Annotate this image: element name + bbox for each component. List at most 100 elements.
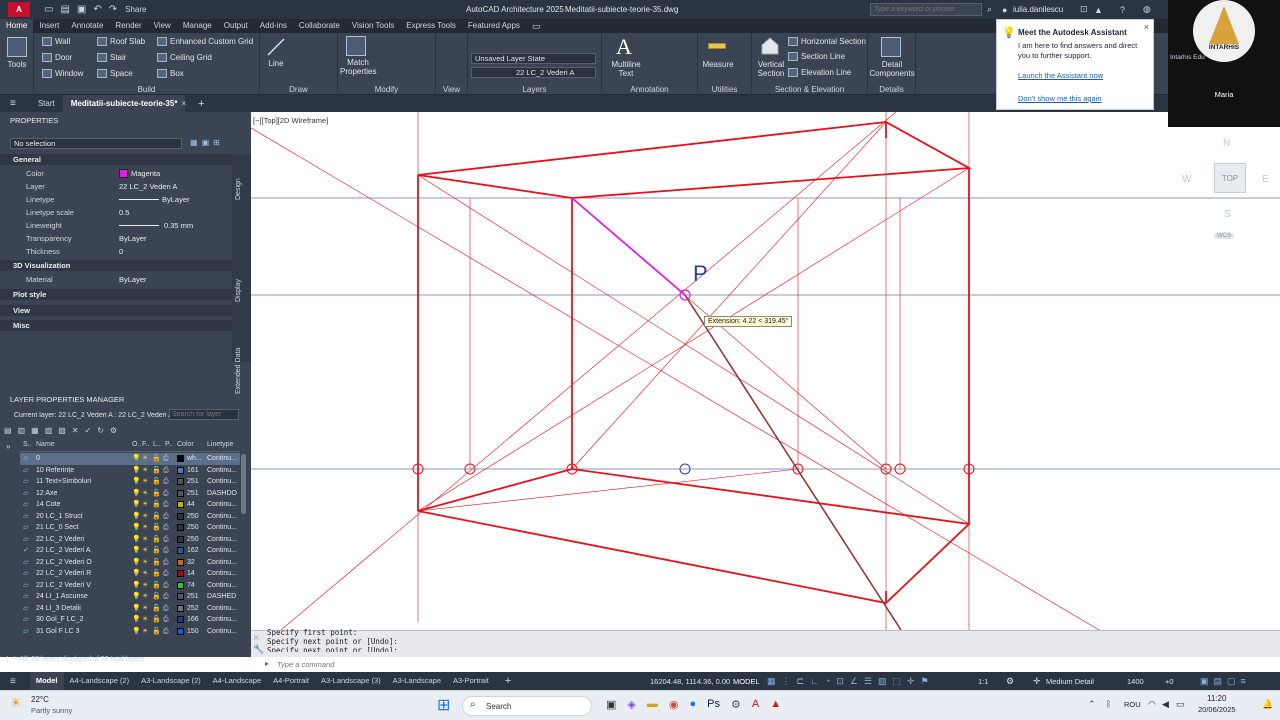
- model-space-toggle[interactable]: MODEL: [733, 677, 760, 686]
- layer-on-icon[interactable]: 💡: [132, 476, 141, 488]
- layer-on-icon[interactable]: 💡: [132, 522, 141, 534]
- layer-thaw-icon[interactable]: ☀: [142, 545, 148, 557]
- layer-on-icon[interactable]: 💡: [132, 545, 141, 557]
- layer-unlock-icon[interactable]: 🔓: [152, 603, 161, 615]
- layer-settings-icon[interactable]: ⚙: [110, 426, 117, 435]
- layer-color-value[interactable]: wh...: [187, 453, 202, 465]
- layer-thaw-icon[interactable]: ☀: [142, 476, 148, 488]
- property-row-thickness[interactable]: Thickness 0: [0, 245, 232, 258]
- bluetooth-icon[interactable]: ᛒ: [1106, 699, 1111, 709]
- annotation-panel-title[interactable]: Annotation: [602, 85, 697, 94]
- search-icon[interactable]: ⌕: [987, 4, 992, 15]
- elevation-line-button[interactable]: Elevation Line: [788, 68, 851, 77]
- layer-color-value[interactable]: 44: [187, 499, 195, 511]
- acrobat-icon[interactable]: ▲: [770, 698, 781, 711]
- tray-overflow-icon[interactable]: ⌃: [1088, 699, 1096, 710]
- layer-color-value[interactable]: 252: [187, 603, 199, 615]
- settings-icon[interactable]: ⚙: [731, 698, 741, 711]
- match-properties-button[interactable]: Match Properties: [340, 58, 376, 76]
- layer-search-input[interactable]: [169, 409, 239, 420]
- osnap-icon[interactable]: ⊡: [836, 676, 844, 687]
- view-cube[interactable]: N W E S TOP WCS: [1178, 134, 1276, 244]
- layer-unlock-icon[interactable]: 🔓: [152, 626, 161, 638]
- layer-color-swatch[interactable]: [177, 616, 184, 623]
- cart-icon[interactable]: ⊡: [1080, 4, 1088, 15]
- layer-on-icon[interactable]: 💡: [132, 580, 141, 592]
- drawing-canvas[interactable]: [−][Top][2D Wireframe] P Extension: 4.22…: [251, 112, 1280, 630]
- enhanced-grid-button[interactable]: Enhanced Custom Grid: [157, 37, 253, 46]
- layer-list-scrollbar[interactable]: [241, 454, 246, 514]
- hamburger-icon[interactable]: ≡: [10, 676, 16, 687]
- layer-on-icon[interactable]: 💡: [132, 511, 141, 523]
- infer-icon[interactable]: ⊏: [797, 676, 805, 687]
- layer-row[interactable]: ▱ 20 LC_1 Struct 💡 ☀ 🔓 ⎙ 250 Continu...: [20, 511, 240, 523]
- detail-components-button[interactable]: Detail Components: [868, 60, 916, 78]
- new-file-icon[interactable]: ▭: [44, 4, 53, 15]
- clock-time[interactable]: 11:20: [1207, 694, 1226, 703]
- layer-unlock-icon[interactable]: 🔓: [152, 465, 161, 477]
- layer-plot-icon[interactable]: ⎙: [163, 591, 169, 603]
- layer-name[interactable]: 22 LC_2 Vederi R: [36, 568, 91, 580]
- layer-name[interactable]: 22 LC_2 Vederi A: [36, 545, 91, 557]
- layer-color-value[interactable]: 251: [187, 488, 199, 500]
- customize-status-icon[interactable]: ≡: [1241, 676, 1246, 687]
- layer-row[interactable]: ▱ 24 LI_1 Ascunse 💡 ☀ 🔓 ⎙ 251 DASHED: [20, 591, 240, 603]
- layer-color-value[interactable]: 150: [187, 626, 199, 638]
- layer-color-swatch[interactable]: [177, 466, 184, 474]
- layer-thaw-icon[interactable]: ☀: [142, 465, 148, 477]
- layer-plot-icon[interactable]: ⎙: [163, 580, 169, 592]
- new-layer-icon[interactable]: ▧: [45, 426, 53, 435]
- layer-unlock-icon[interactable]: 🔓: [152, 476, 161, 488]
- layout-tab-a3-landscape-3-[interactable]: A3-Landscape (3): [315, 672, 387, 690]
- layer-on-icon[interactable]: 💡: [132, 488, 141, 500]
- layer-color-swatch[interactable]: [177, 604, 184, 612]
- roof-slab-button[interactable]: Roof Slab: [97, 37, 145, 46]
- detail-plus-icon[interactable]: ✛: [1033, 676, 1041, 687]
- file-explorer-icon[interactable]: ▬: [647, 698, 658, 711]
- menu-tab-add-ins[interactable]: Add-ins: [254, 19, 293, 33]
- volume-icon[interactable]: ◀: [1162, 699, 1169, 710]
- dont-show-link[interactable]: Don't show me this again: [1018, 94, 1102, 103]
- layer-plot-icon[interactable]: ⎙: [163, 453, 169, 465]
- layer-color-value[interactable]: 250: [187, 522, 199, 534]
- layer-state-select[interactable]: Unsaved Layer State: [471, 53, 596, 64]
- layer-unlock-icon[interactable]: 🔓: [152, 557, 161, 569]
- layer-color-value[interactable]: 74: [187, 580, 195, 592]
- layer-unlock-icon[interactable]: 🔓: [152, 511, 161, 523]
- extended-data-tab[interactable]: Extended Data: [235, 334, 242, 394]
- match-properties-icon[interactable]: [346, 36, 366, 56]
- photoshop-icon[interactable]: Ps: [707, 698, 720, 711]
- menu-tab-insert[interactable]: Insert: [33, 19, 65, 33]
- line-icon[interactable]: [266, 37, 286, 57]
- language-indicator[interactable]: ROU: [1124, 700, 1141, 709]
- layer-on-icon[interactable]: 💡: [132, 626, 141, 638]
- layer-row[interactable]: ▱ 22 LC_2 Vederi O 💡 ☀ 🔓 ⎙ 32 Continu...: [20, 557, 240, 569]
- layer-color-value[interactable]: 251: [187, 591, 199, 603]
- notification-icon[interactable]: 🔔: [1262, 699, 1273, 710]
- selection-select[interactable]: No selection: [10, 138, 182, 149]
- layer-linetype[interactable]: Continu...: [207, 522, 237, 534]
- plot-style-section[interactable]: Plot style: [0, 289, 232, 300]
- layer-thaw-icon[interactable]: ☀: [142, 603, 148, 615]
- add-layout-icon[interactable]: +: [505, 675, 511, 687]
- layer-color-swatch[interactable]: [177, 524, 184, 531]
- layer-plot-icon[interactable]: ⎙: [163, 603, 169, 615]
- menu-tab-vision-tools[interactable]: Vision Tools: [346, 19, 400, 33]
- menu-tab-view[interactable]: View: [148, 19, 177, 33]
- property-row-transparency[interactable]: Transparency ByLayer: [0, 232, 232, 245]
- layers-panel-title[interactable]: Layers: [468, 85, 601, 94]
- viewcube-south[interactable]: S: [1224, 209, 1231, 220]
- multiline-text-icon[interactable]: A: [616, 34, 632, 60]
- layer-color-swatch[interactable]: [177, 581, 184, 589]
- otrack-icon[interactable]: ∠: [850, 676, 858, 687]
- elevation-value[interactable]: 1400: [1127, 677, 1144, 686]
- layer-unlock-icon[interactable]: 🔓: [152, 522, 161, 534]
- annotation-visibility-icon[interactable]: ⚑: [921, 676, 929, 687]
- menu-icon[interactable]: ≡: [10, 98, 16, 109]
- layer-thaw-icon[interactable]: ☀: [142, 580, 148, 592]
- autocad-icon[interactable]: A: [752, 698, 759, 711]
- horizontal-section-button[interactable]: Horizontal Section: [788, 37, 866, 46]
- layer-row[interactable]: ▱ 11 Text+Simboluri 💡 ☀ 🔓 ⎙ 251 Continu...: [20, 476, 240, 488]
- layer-row[interactable]: ▱ 22 LC_2 Vederi R 💡 ☀ 🔓 ⎙ 14 Continu...: [20, 568, 240, 580]
- layer-name[interactable]: 30 Gol_F LC_2: [36, 614, 83, 626]
